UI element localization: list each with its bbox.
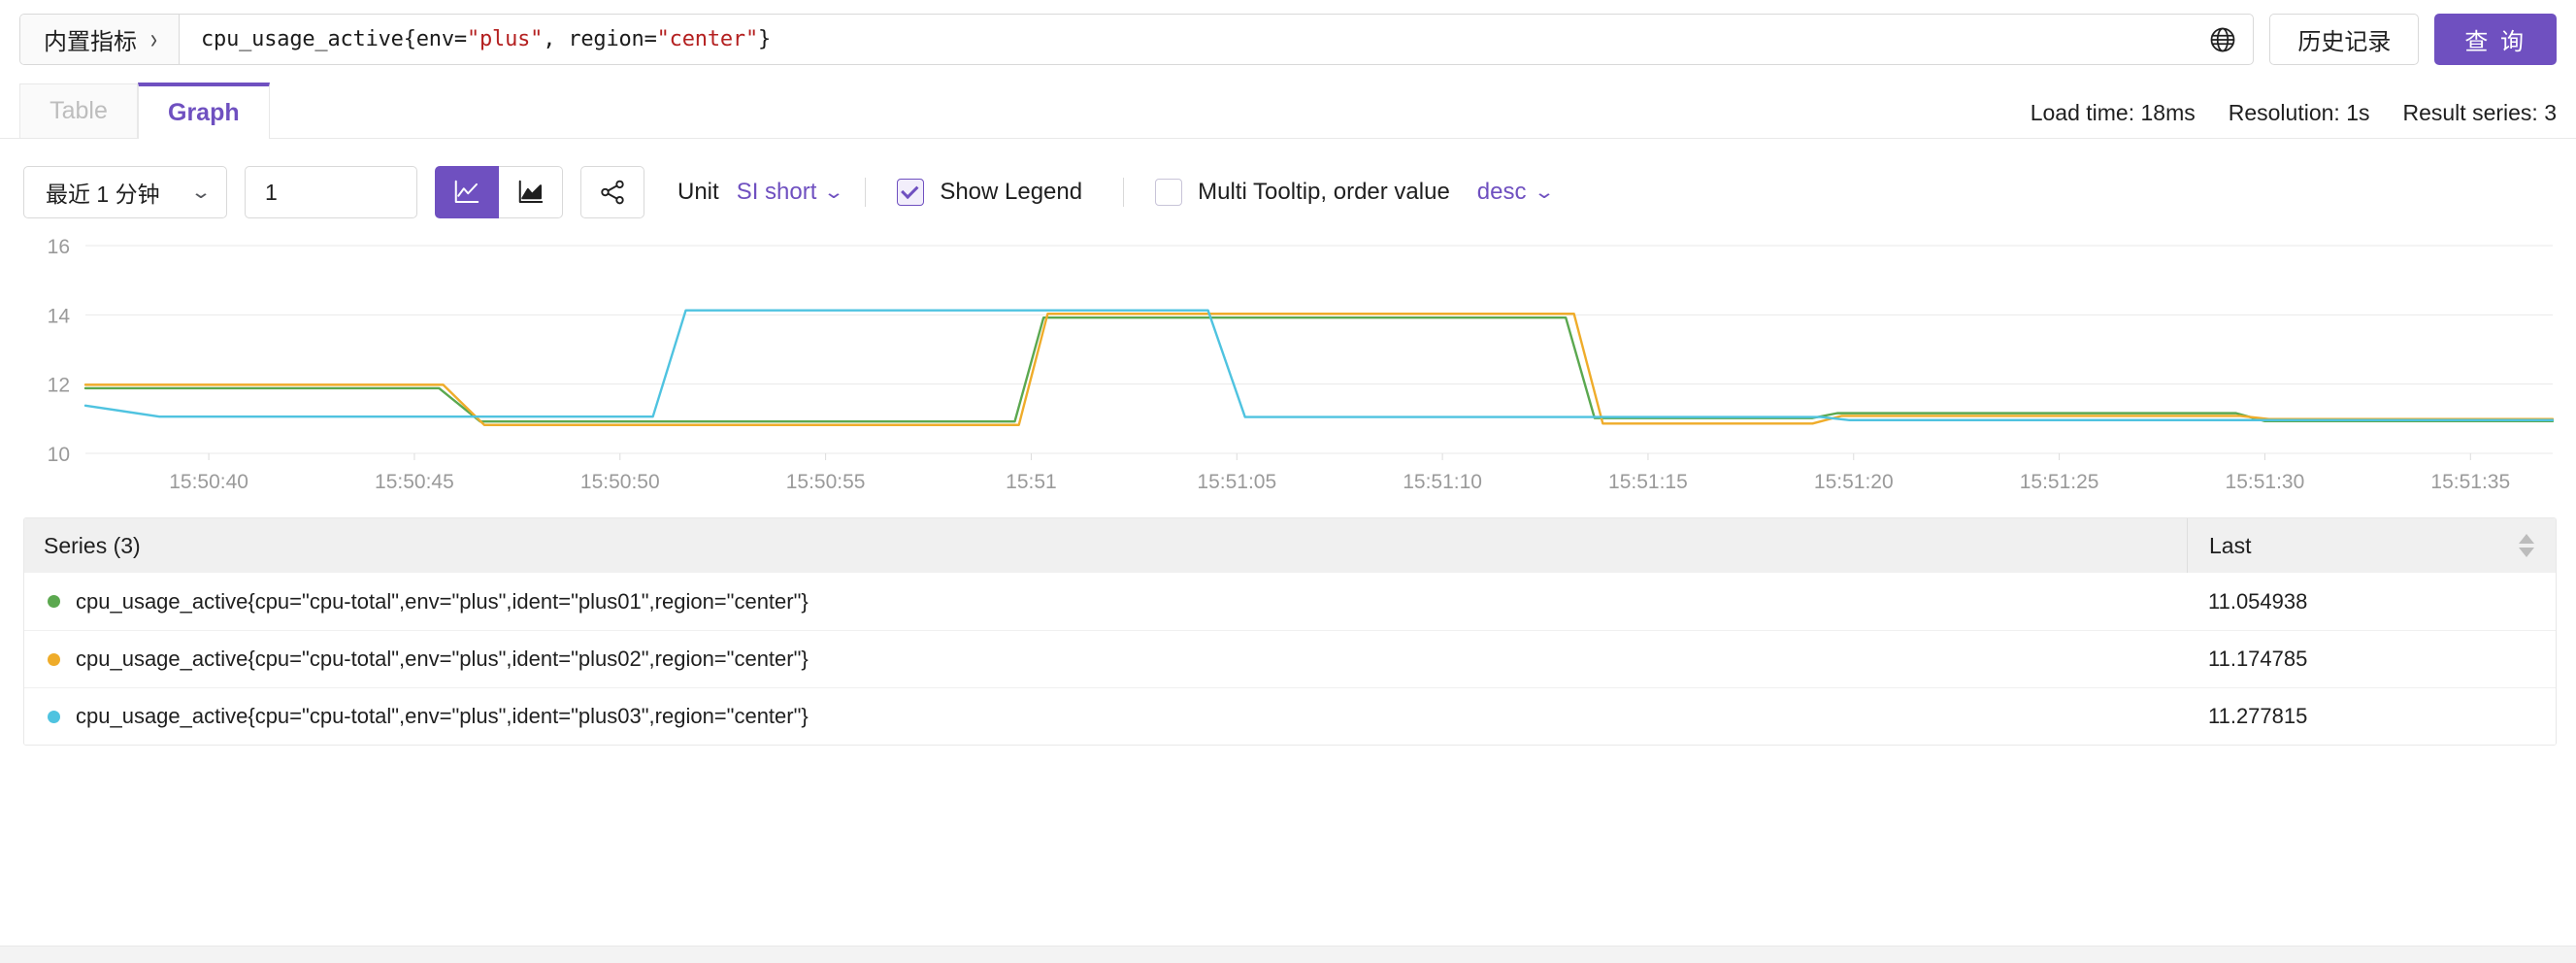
multi-tooltip-label: Multi Tooltip, order value xyxy=(1198,179,1450,205)
chart-x-tick-label: 15:51:25 xyxy=(2019,471,2099,493)
chart-x-tick-label: 15:50:55 xyxy=(785,471,866,493)
history-button[interactable]: 历史记录 xyxy=(2269,14,2420,65)
toolbar-divider-2 xyxy=(1123,178,1125,207)
show-legend-label: Show Legend xyxy=(940,179,1083,205)
checkbox-checked-icon xyxy=(897,179,925,206)
metrics-explorer-page: 内置指标 › cpu_usage_active{env= "plus", regi… xyxy=(0,0,2576,963)
query-bar: 内置指标 › cpu_usage_active{env= "plus", regi… xyxy=(0,0,2576,65)
series-color-dot-icon xyxy=(48,595,60,608)
chevron-down-icon: ⌄ xyxy=(823,182,845,203)
query-expr-part-3: } xyxy=(758,27,772,51)
chart-type-toggle-group xyxy=(435,166,563,218)
chart-x-tick-label: 15:50:45 xyxy=(375,471,454,493)
unit-select[interactable]: SI short ⌄ xyxy=(736,179,845,206)
legend-last-value: 11.054938 xyxy=(2208,588,2308,614)
chart-x-tick-label: 15:51:15 xyxy=(1608,471,1688,493)
series-color-dot-icon xyxy=(48,710,60,723)
tab-list: Table Graph xyxy=(19,83,270,139)
legend-row[interactable]: cpu_usage_active{cpu="cpu-total",env="pl… xyxy=(24,630,2556,687)
query-expr-value-2: "center" xyxy=(656,27,759,51)
chevron-down-icon: ⌄ xyxy=(189,182,213,203)
legend-row[interactable]: cpu_usage_active{cpu="cpu-total",env="pl… xyxy=(24,687,2556,745)
legend-series-name: cpu_usage_active{cpu="cpu-total",env="pl… xyxy=(76,647,809,671)
chart-y-tick-label: 14 xyxy=(48,305,71,327)
query-expr-value-1: "plus" xyxy=(466,27,544,51)
query-submit-button[interactable]: 查 询 xyxy=(2434,14,2557,65)
chart-series-line-1 xyxy=(85,317,2553,421)
chart-x-tick-label: 15:51 xyxy=(1006,471,1057,493)
tabs-row: Table Graph Load time: 18ms Resolution: … xyxy=(0,83,2576,139)
area-chart-icon[interactable] xyxy=(499,166,563,218)
legend-header-row: Series (3) Last xyxy=(24,518,2556,573)
query-input-container: 内置指标 › cpu_usage_active{env= "plus", regi… xyxy=(19,14,2255,65)
legend-last-header-sort[interactable]: Last xyxy=(2187,518,2556,573)
legend-series-name: cpu_usage_active{cpu="cpu-total",env="pl… xyxy=(76,704,809,728)
step-input[interactable]: 1 xyxy=(245,166,417,218)
unit-label: Unit xyxy=(677,179,719,205)
metric-picker-button[interactable]: 内置指标 › xyxy=(20,15,180,64)
line-chart-icon[interactable] xyxy=(435,166,499,218)
legend-series-header: Series (3) xyxy=(44,532,141,558)
multi-tooltip-checkbox[interactable]: Multi Tooltip, order value xyxy=(1155,179,1450,206)
legend-last-value: 11.174785 xyxy=(2208,647,2308,671)
query-expr-part-2: , region= xyxy=(543,27,657,51)
chart-x-tick-label: 15:51:05 xyxy=(1197,471,1277,493)
sort-arrows-icon xyxy=(2519,534,2534,557)
timeseries-chart[interactable]: 10 12 14 16 xyxy=(23,236,2557,461)
query-meta: Load time: 18ms Resolution: 1s Result se… xyxy=(2031,100,2557,138)
chart-x-tick-label: 15:51:35 xyxy=(2430,471,2511,493)
query-expression-input[interactable]: cpu_usage_active{env= "plus", region= "cen… xyxy=(180,15,2193,64)
resolution-text: Resolution: 1s xyxy=(2228,100,2370,125)
chevron-down-icon: ⌄ xyxy=(1533,182,1555,203)
chart-x-tick-label: 15:51:20 xyxy=(1813,471,1894,493)
legend-rows-container: cpu_usage_active{cpu="cpu-total",env="pl… xyxy=(24,573,2556,745)
load-time-text: Load time: 18ms xyxy=(2030,100,2196,125)
result-series-text: Result series: 3 xyxy=(2402,100,2557,125)
show-legend-checkbox[interactable]: Show Legend xyxy=(897,179,1082,206)
step-input-value: 1 xyxy=(265,179,278,205)
chart-series-line-3 xyxy=(85,311,2553,420)
chart-y-tick-label: 12 xyxy=(48,375,70,397)
legend-row[interactable]: cpu_usage_active{cpu="cpu-total",env="pl… xyxy=(24,573,2556,630)
chart-toolbar: 最近 1 分钟 ⌄ 1 Unit SI short ⌄ Show Legend … xyxy=(0,139,2576,222)
chart-y-tick-label: 10 xyxy=(48,444,70,461)
window-bottom-strip xyxy=(0,946,2576,963)
series-color-dot-icon xyxy=(48,652,60,666)
globe-icon[interactable] xyxy=(2193,15,2253,64)
legend-series-name: cpu_usage_active{cpu="cpu-total",env="pl… xyxy=(76,588,809,614)
checkbox-unchecked-icon xyxy=(1155,179,1183,206)
chart-y-tick-label: 16 xyxy=(48,236,70,258)
chart-x-tick-label: 15:51:30 xyxy=(2225,471,2305,493)
legend-last-header-label: Last xyxy=(2209,532,2252,558)
time-range-select[interactable]: 最近 1 分钟 ⌄ xyxy=(23,166,227,218)
tab-table[interactable]: Table xyxy=(19,83,138,138)
unit-value: SI short xyxy=(736,179,817,205)
share-icon[interactable] xyxy=(580,166,644,218)
query-expr-part-1: cpu_usage_active{env= xyxy=(201,27,467,51)
legend-series-cell: cpu_usage_active{cpu="cpu-total",env="pl… xyxy=(24,704,2187,729)
chart-x-tick-label: 15:50:40 xyxy=(169,471,248,493)
legend-series-cell: cpu_usage_active{cpu="cpu-total",env="pl… xyxy=(24,647,2187,672)
chart-canvas: 10 12 14 16 xyxy=(48,236,2557,461)
legend-last-value: 11.277815 xyxy=(2208,704,2308,728)
legend-series-cell: cpu_usage_active{cpu="cpu-total",env="pl… xyxy=(24,589,2187,614)
tab-graph[interactable]: Graph xyxy=(138,83,270,139)
chart-series-line-2 xyxy=(85,314,2553,424)
chart-x-tick-label: 15:51:10 xyxy=(1403,471,1482,493)
toolbar-divider xyxy=(865,178,867,207)
order-value-select[interactable]: desc ⌄ xyxy=(1476,179,1555,206)
chevron-right-icon: › xyxy=(150,23,157,55)
metric-picker-label: 内置指标 xyxy=(44,29,137,55)
chart-x-axis: 15:50:40 15:50:45 15:50:50 15:50:55 15:51 15:… xyxy=(23,461,2557,502)
order-value: desc xyxy=(1476,179,1527,205)
chart-x-tick-label: 15:50:50 xyxy=(579,471,660,493)
series-legend-table: Series (3) Last cpu_usage_active{cpu="cp… xyxy=(23,517,2557,746)
time-range-value: 最近 1 分钟 xyxy=(46,182,160,207)
